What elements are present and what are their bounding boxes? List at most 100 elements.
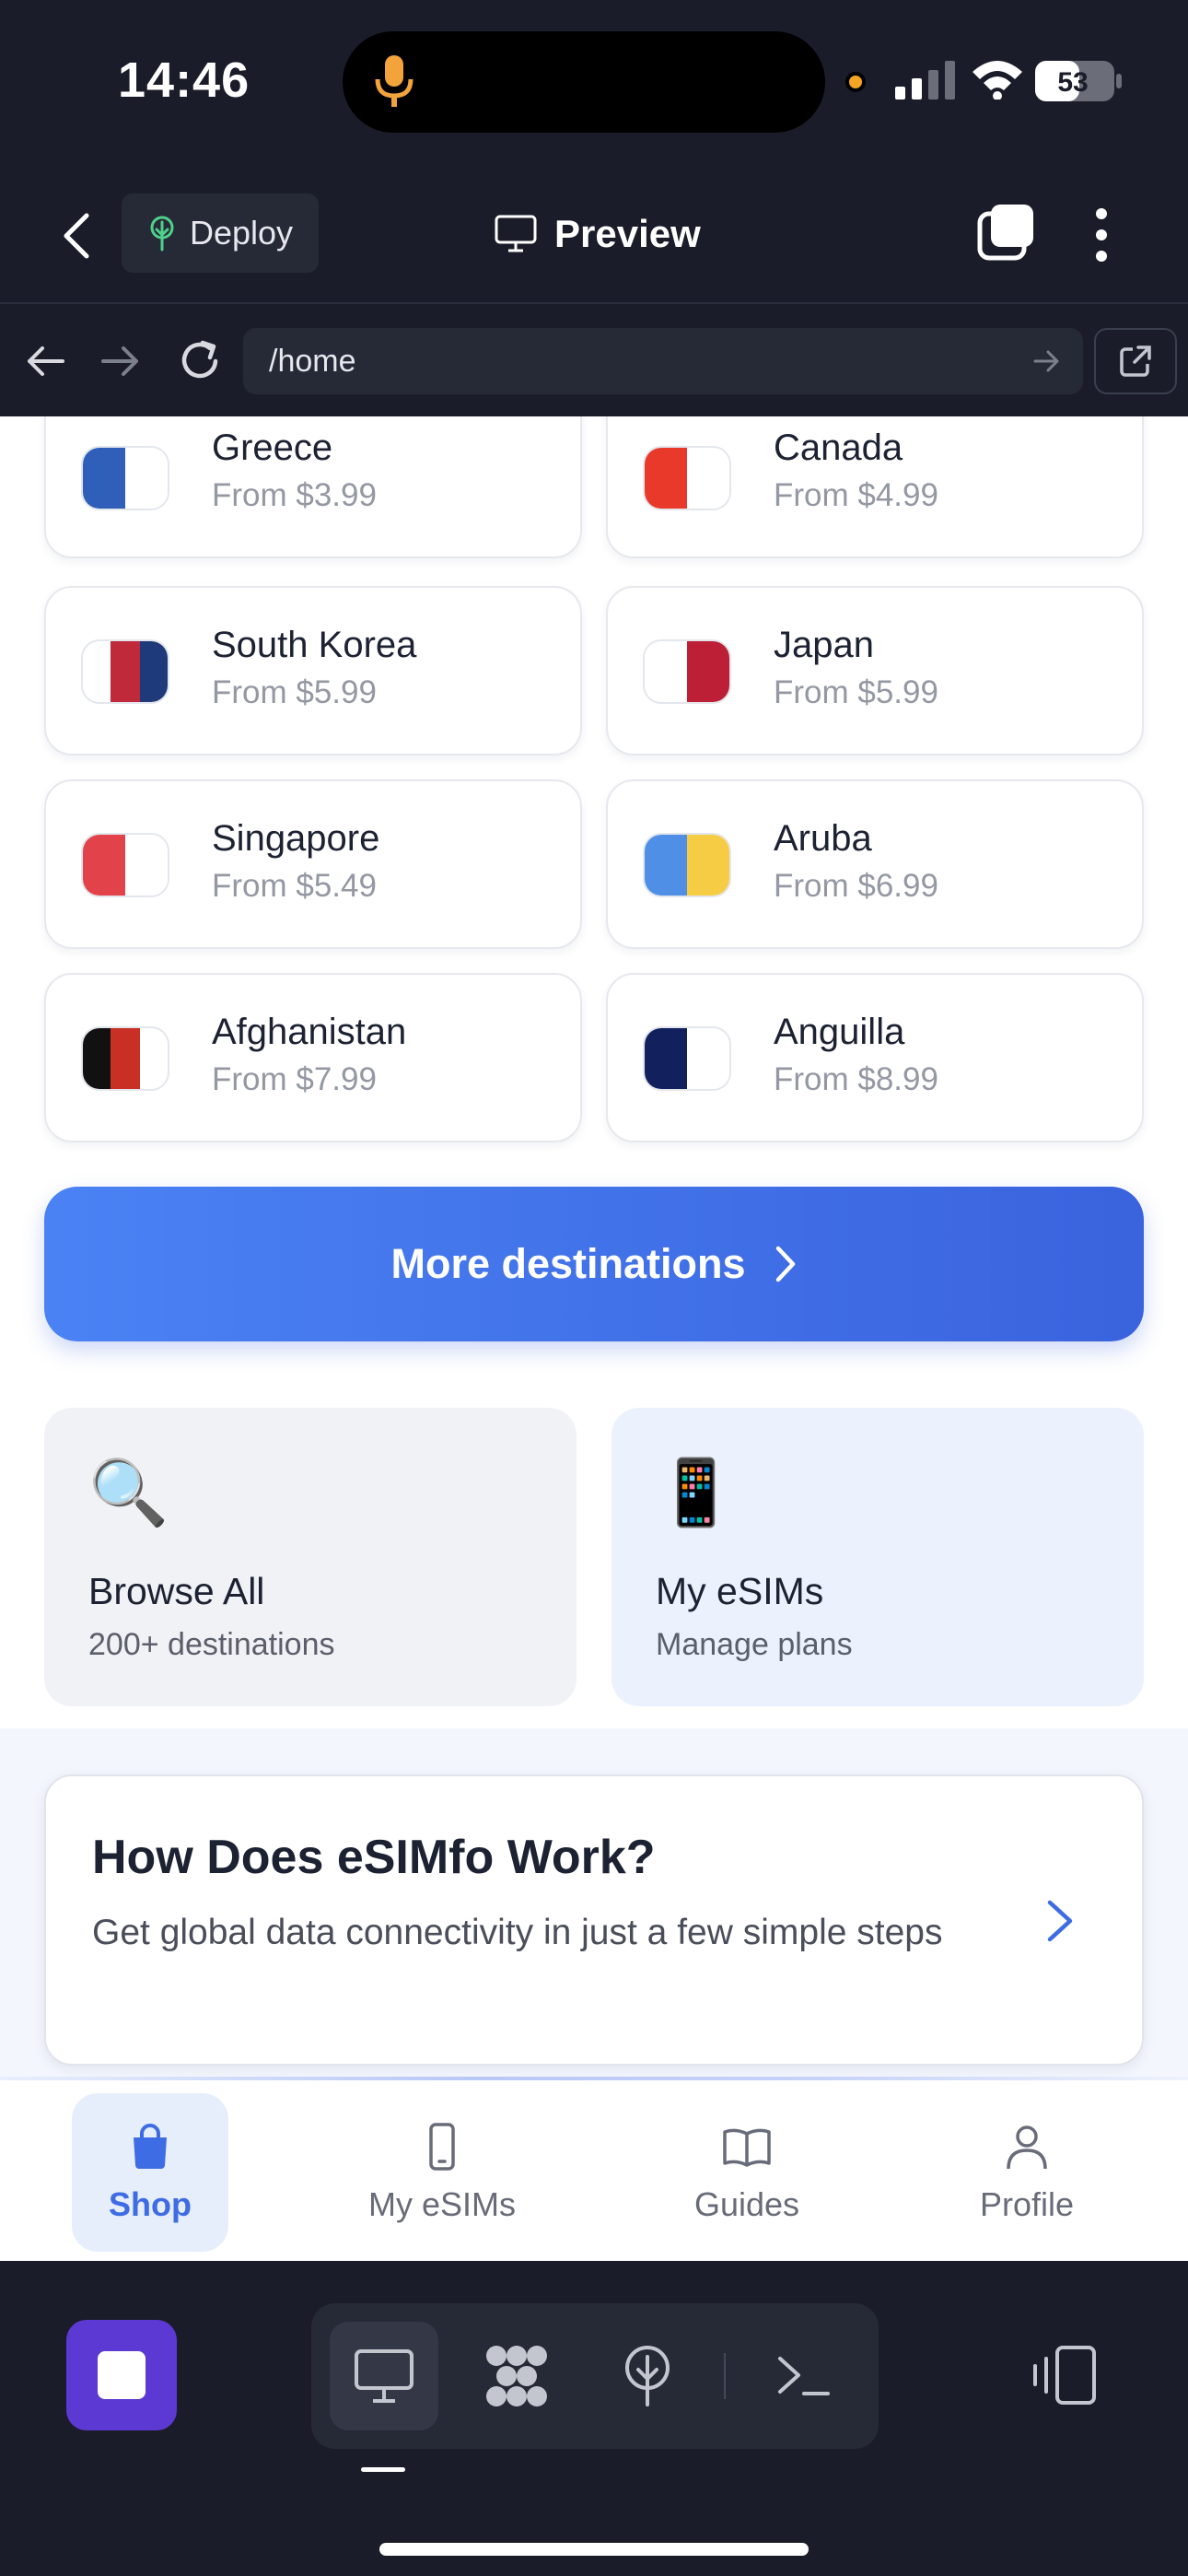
bottom-navigation: Shop My eSIMs Guides Profile (0, 2077, 1188, 2261)
nav-label: Shop (109, 2185, 192, 2223)
country-name: Anguilla (774, 1012, 905, 1052)
more-vertical-icon[interactable] (1090, 206, 1112, 263)
stop-button[interactable] (66, 2320, 177, 2430)
monitor-icon (355, 2349, 413, 2403)
preview-label: Preview (554, 212, 701, 255)
tool-group (311, 2303, 879, 2449)
tabs-icon[interactable] (976, 203, 1035, 262)
nav-back-arrow-icon[interactable] (24, 343, 66, 380)
url-text: /home (269, 343, 356, 379)
country-price: From $5.99 (774, 674, 938, 710)
destination-card-afghanistan[interactable]: Afghanistan From $7.99 (44, 973, 582, 1142)
country-price: From $7.99 (212, 1061, 377, 1097)
tile-title: Browse All (88, 1570, 265, 1612)
country-name: Afghanistan (212, 1012, 407, 1052)
preview-title: Preview (494, 205, 701, 263)
nav-label: Guides (693, 2185, 800, 2223)
app-top-bar: Deploy Preview (0, 166, 1188, 304)
destination-card-singapore[interactable]: Singapore From $5.49 (44, 779, 582, 949)
shell-tool-button[interactable] (750, 2322, 858, 2430)
tile-subtitle: Manage plans (656, 1627, 853, 1662)
status-bar: 14:46 53 (0, 0, 1188, 166)
book-icon (723, 2128, 771, 2167)
flag-icon-japan (643, 639, 731, 704)
deploy-label: Deploy (190, 214, 294, 252)
privacy-indicator-dot (845, 72, 866, 92)
cellular-signal-icon (895, 61, 955, 100)
url-input[interactable]: /home (243, 328, 1083, 394)
how-it-works-description: Get global data connectivity in just a f… (92, 1913, 943, 1952)
more-destinations-button[interactable]: More destinations (44, 1187, 1144, 1341)
browse-all-tile[interactable]: 🔍 Browse All 200+ destinations (44, 1408, 577, 1706)
reload-icon[interactable] (177, 337, 223, 383)
workflows-tool-button[interactable] (462, 2322, 571, 2430)
flag-icon-greece (81, 446, 169, 510)
tile-subtitle: 200+ destinations (88, 1627, 335, 1662)
my-esims-tile[interactable]: 📱 My eSIMs Manage plans (611, 1408, 1144, 1706)
open-external-button[interactable] (1094, 328, 1177, 394)
destination-card-greece[interactable]: Greece From $3.99 (44, 416, 582, 558)
country-name: South Korea (212, 625, 417, 665)
apps-grid-icon (486, 2346, 547, 2406)
wifi-icon (973, 61, 1022, 100)
page-content: Greece From $3.99 Canada From $4.99 Sout… (0, 416, 1188, 2077)
destination-card-canada[interactable]: Canada From $4.99 (606, 416, 1144, 558)
flag-icon-south-korea (81, 639, 169, 704)
monitor-icon (495, 215, 537, 252)
nav-tab-shop[interactable]: Shop (72, 2093, 228, 2252)
flag-icon-canada (643, 446, 731, 510)
deploy-button[interactable]: Deploy (122, 193, 319, 273)
destination-card-japan[interactable]: Japan From $5.99 (606, 586, 1144, 755)
device-rotate-icon[interactable] (1030, 2344, 1101, 2406)
battery-level: 53 (1057, 67, 1088, 98)
nav-label: Profile (979, 2185, 1075, 2223)
active-tool-indicator (361, 2467, 405, 2472)
nav-tab-profile[interactable]: Profile (954, 2093, 1100, 2252)
flag-icon-afghanistan (81, 1026, 169, 1091)
destination-card-anguilla[interactable]: Anguilla From $8.99 (606, 973, 1144, 1142)
home-indicator (379, 2543, 809, 2556)
destination-card-south-korea[interactable]: South Korea From $5.99 (44, 586, 582, 755)
country-price: From $6.99 (774, 868, 938, 904)
user-icon (1007, 2125, 1047, 2170)
country-price: From $4.99 (774, 477, 938, 513)
status-time: 14:46 (118, 53, 250, 108)
nav-forward-arrow-icon[interactable] (99, 343, 142, 380)
country-price: From $5.99 (212, 674, 377, 710)
mobile-phone-icon: 📱 (656, 1457, 737, 1528)
microphone-icon (375, 55, 413, 107)
back-chevron-icon[interactable] (57, 210, 98, 262)
stop-square-icon (98, 2351, 146, 2399)
ide-toolbar (0, 2261, 1188, 2576)
nav-top-border (0, 2077, 1188, 2080)
chevron-right-icon (1047, 1900, 1073, 1942)
terminal-icon (778, 2357, 830, 2395)
more-destinations-label: More destinations (390, 1240, 746, 1287)
browser-url-row: /home (0, 306, 1188, 416)
tool-divider (724, 2353, 726, 2399)
nav-tab-my-esims[interactable]: My eSIMs (350, 2093, 534, 2252)
destination-card-aruba[interactable]: Aruba From $6.99 (606, 779, 1144, 949)
country-name: Aruba (774, 818, 872, 859)
country-name: Canada (774, 427, 903, 468)
battery-icon: 53 (1035, 61, 1122, 101)
shopping-bag-icon (134, 2124, 167, 2169)
chevron-right-icon (775, 1246, 795, 1282)
tile-title: My eSIMs (656, 1570, 824, 1612)
how-it-works-title: How Does eSIMfo Work? (92, 1831, 656, 1884)
nav-label: My eSIMs (367, 2185, 516, 2223)
how-it-works-card[interactable]: How Does eSIMfo Work? Get global data co… (44, 1774, 1144, 2066)
deploy-tree-icon (625, 2346, 670, 2406)
deploy-tool-button[interactable] (593, 2322, 702, 2430)
phone-icon (429, 2123, 455, 2171)
country-price: From $5.49 (212, 868, 377, 904)
preview-tool-button[interactable] (330, 2322, 438, 2430)
nav-tab-guides[interactable]: Guides (672, 2093, 821, 2252)
country-name: Greece (212, 427, 333, 468)
deploy-tree-icon (150, 216, 174, 252)
flag-icon-singapore (81, 833, 169, 897)
url-go-arrow-icon[interactable] (1033, 348, 1061, 374)
external-link-icon (1120, 345, 1151, 377)
country-name: Singapore (212, 818, 380, 859)
country-price: From $8.99 (774, 1061, 938, 1097)
